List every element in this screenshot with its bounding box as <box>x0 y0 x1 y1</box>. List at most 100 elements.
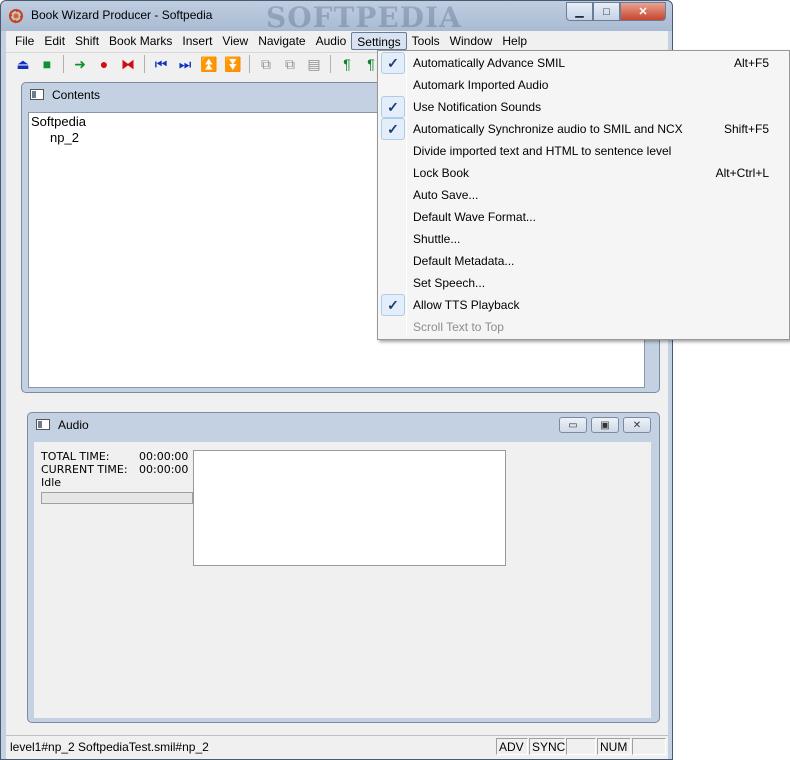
menu-window[interactable]: Window <box>445 32 498 50</box>
menu-tools[interactable]: Tools <box>407 32 445 50</box>
title-bar[interactable]: Book Wizard Producer - Softpedia SOFTPED… <box>1 1 672 34</box>
menu-item-auto-save[interactable]: Auto Save... <box>380 184 787 206</box>
audio-title: Audio <box>58 418 89 432</box>
menu-item-shortcut: Alt+F5 <box>733 56 769 70</box>
menu-item-label: Lock Book <box>413 166 470 180</box>
current-time-value: 00:00:00 <box>139 463 189 476</box>
menu-item-allow-tts-playback[interactable]: ✓ Allow TTS Playback <box>380 294 787 316</box>
toolbar-separator <box>249 54 250 73</box>
toolbar-play-arrow-button[interactable]: ➜ <box>69 54 91 74</box>
para-left-icon: ¶ <box>343 55 351 72</box>
skip-start-icon: ⏮ <box>154 55 168 72</box>
menu-item-label: Auto Save... <box>413 188 479 202</box>
tree-item-root[interactable]: Softpedia <box>31 114 86 129</box>
play-arrow-icon: ➜ <box>74 55 86 72</box>
menu-shift[interactable]: Shift <box>70 32 104 50</box>
window-title: Book Wizard Producer - Softpedia <box>31 8 213 22</box>
audio-minimize-button[interactable]: ▭ <box>559 417 587 433</box>
menu-item-label: Automark Imported Audio <box>413 78 549 92</box>
softpedia-watermark: SOFTPEDIA <box>266 1 462 34</box>
status-num: NUM <box>597 738 631 755</box>
menu-item-label: Divide imported text and HTML to sentenc… <box>413 144 672 158</box>
menu-item-default-metadata[interactable]: Default Metadata... <box>380 250 787 272</box>
toolbar-move-up-button[interactable]: ⏫ <box>198 54 220 74</box>
menu-edit[interactable]: Edit <box>39 32 70 50</box>
toolbar-separator <box>330 54 331 73</box>
settings-dropdown-menu: ✓ Automatically Advance SMIL Alt+F5 Automar… <box>377 50 790 340</box>
move-down-icon: ⏬ <box>224 55 242 72</box>
menu-item-label: Default Wave Format... <box>413 210 536 224</box>
toolbar-stop-button[interactable]: ■ <box>36 54 58 74</box>
waveform-display <box>193 450 506 566</box>
menu-settings[interactable]: Settings <box>351 32 407 50</box>
menu-item-automatically-synchronize-audio-to-smil-and-ncx[interactable]: ✓ Automatically Synchronize audio to SMIL… <box>380 118 787 140</box>
toolbar-move-down-button[interactable]: ⏬ <box>222 54 244 74</box>
audio-restore-button[interactable]: ▣ <box>591 417 619 433</box>
menu-insert[interactable]: Insert <box>177 32 217 50</box>
toolbar-separator <box>63 54 64 73</box>
document-icon: ▤ <box>307 55 321 72</box>
menu-help[interactable]: Help <box>497 32 532 50</box>
window-maximize-button[interactable]: □ <box>593 2 620 21</box>
menu-item-shortcut: Shift+F5 <box>723 122 769 136</box>
menu-item-label: Default Metadata... <box>413 254 515 268</box>
toolbar-document-button[interactable]: ▤ <box>303 54 325 74</box>
paste-icon: ⧉ <box>285 55 295 72</box>
menu-item-scroll-text-to-top: Scroll Text to Top <box>380 316 787 338</box>
menu-item-label: Automatically Synchronize audio to SMIL … <box>413 122 683 136</box>
window-icon <box>36 419 50 430</box>
menu-item-label: Scroll Text to Top <box>413 320 504 334</box>
window-minimize-button[interactable]: ▁ <box>566 2 593 21</box>
toolbar-eject-button[interactable]: ⏏ <box>12 54 34 74</box>
menu-file[interactable]: File <box>10 32 39 50</box>
audio-state: Idle <box>41 476 62 489</box>
menu-bar: File Edit Shift Book Marks Insert View Navigat… <box>6 31 668 51</box>
menu-book-marks[interactable]: Book Marks <box>104 32 177 50</box>
menu-view[interactable]: View <box>217 32 253 50</box>
toolbar-separator <box>144 54 145 73</box>
toolbar-para-left-button[interactable]: ¶ <box>336 54 358 74</box>
status-sync: SYNC <box>529 738 565 755</box>
menu-item-default-wave-format[interactable]: Default Wave Format... <box>380 206 787 228</box>
menu-item-use-notification-sounds[interactable]: ✓ Use Notification Sounds <box>380 96 787 118</box>
toolbar-copy-button[interactable]: ⧉ <box>255 54 277 74</box>
menu-navigate[interactable]: Navigate <box>253 32 310 50</box>
menu-item-label: Allow TTS Playback <box>413 298 520 312</box>
menu-item-automark-imported-audio[interactable]: Automark Imported Audio <box>380 74 787 96</box>
stop-icon: ■ <box>42 55 52 72</box>
record-icon: ● <box>99 55 109 72</box>
menu-item-automatically-advance-smil[interactable]: ✓ Automatically Advance SMIL Alt+F5 <box>380 52 787 74</box>
menu-audio[interactable]: Audio <box>311 32 352 50</box>
split-icon: ⧓ <box>121 55 135 72</box>
menu-item-shortcut: Alt+Ctrl+L <box>715 166 769 180</box>
current-time-label: CURRENT TIME: <box>41 463 128 476</box>
checkmark-icon: ✓ <box>381 294 405 316</box>
checkmark-icon: ✓ <box>381 96 405 118</box>
toolbar-paste-button[interactable]: ⧉ <box>279 54 301 74</box>
status-bar: level1#np_2 SoftpediaTest.smil#np_2 ADV … <box>6 735 668 755</box>
audio-title-bar[interactable]: Audio ▭ ▣ ✕ <box>28 413 659 437</box>
menu-item-divide-imported-text-and-html-to-sentence-level[interactable]: Divide imported text and HTML to sentenc… <box>380 140 787 162</box>
status-blank <box>566 738 596 755</box>
audio-close-button[interactable]: ✕ <box>623 417 651 433</box>
menu-item-lock-book[interactable]: Lock Book Alt+Ctrl+L <box>380 162 787 184</box>
audio-window: Audio ▭ ▣ ✕ TOTAL TIME: 00:00:00 CURRENT… <box>27 412 660 723</box>
move-up-icon: ⏫ <box>200 55 218 72</box>
window-icon <box>30 89 44 100</box>
skip-end-icon: ⏭ <box>178 55 192 72</box>
toolbar-record-button[interactable]: ● <box>93 54 115 74</box>
toolbar-skip-end-button[interactable]: ⏭ <box>174 54 196 74</box>
menu-item-set-speech[interactable]: Set Speech... <box>380 272 787 294</box>
status-resize-grip[interactable] <box>632 738 666 755</box>
menu-item-shuttle[interactable]: Shuttle... <box>380 228 787 250</box>
toolbar-split-button[interactable]: ⧓ <box>117 54 139 74</box>
app-logo-icon <box>8 8 24 24</box>
menu-item-label: Use Notification Sounds <box>413 100 542 114</box>
window-close-button[interactable]: ✕ <box>620 2 666 21</box>
status-text: level1#np_2 SoftpediaTest.smil#np_2 <box>10 740 209 754</box>
tree-item-child[interactable]: np_2 <box>50 130 79 145</box>
audio-panel: TOTAL TIME: 00:00:00 CURRENT TIME: 00:00… <box>34 442 651 718</box>
total-time-label: TOTAL TIME: <box>41 450 110 463</box>
toolbar-skip-start-button[interactable]: ⏮ <box>150 54 172 74</box>
checkmark-icon: ✓ <box>381 52 405 74</box>
